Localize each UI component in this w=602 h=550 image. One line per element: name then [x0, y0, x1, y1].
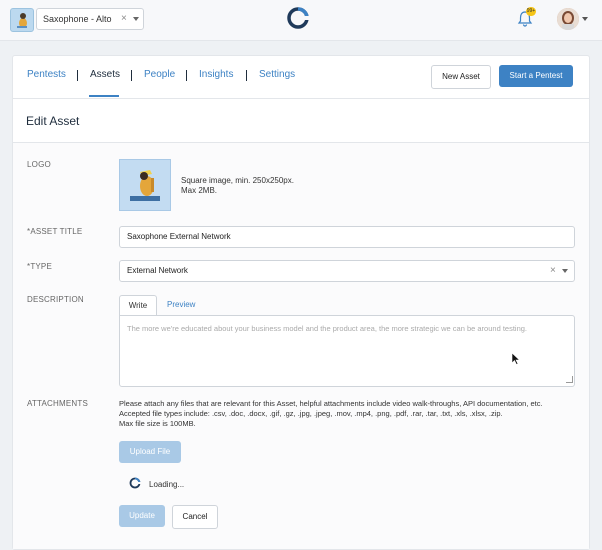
mouse-cursor-icon: [512, 353, 520, 365]
tab-separator: [77, 70, 78, 81]
resize-handle[interactable]: [566, 376, 573, 383]
active-tab-indicator: [89, 95, 119, 97]
saxophone-logo-image: [130, 170, 160, 201]
org-select-value: Saxophone - Alto: [43, 14, 112, 24]
cobalt-logo-icon[interactable]: [287, 7, 309, 29]
nav-tabs: Pentests Assets People Insights Settings…: [13, 56, 589, 99]
description-textarea[interactable]: The more we're educated about your busin…: [119, 315, 575, 387]
page-title: Edit Asset: [26, 114, 80, 128]
org-logo[interactable]: [10, 8, 34, 32]
attachments-label: ATTACHMENTS: [27, 399, 89, 408]
tab-write[interactable]: Write: [119, 295, 157, 316]
logo-help-text: Square image, min. 250x250px. Max 2MB.: [181, 176, 294, 196]
tab-people[interactable]: People: [144, 69, 175, 80]
clear-icon[interactable]: ×: [121, 9, 127, 29]
upload-file-button[interactable]: Upload File: [119, 441, 181, 463]
tab-pentests[interactable]: Pentests: [27, 69, 66, 80]
description-label: DESCRIPTION: [27, 295, 84, 304]
new-asset-button[interactable]: New Asset: [431, 65, 491, 89]
chevron-down-icon[interactable]: [133, 17, 139, 21]
top-bar: Saxophone - Alto × 99+: [0, 0, 602, 41]
tab-separator: [186, 70, 187, 81]
logo-help-line: Max 2MB.: [181, 186, 218, 195]
clear-icon[interactable]: ×: [550, 261, 556, 281]
asset-title-label: *ASSET TITLE: [27, 227, 83, 236]
type-select[interactable]: External Network ×: [119, 260, 575, 282]
cancel-button[interactable]: Cancel: [172, 505, 218, 529]
update-button[interactable]: Update: [119, 505, 165, 527]
type-value: External Network: [127, 266, 188, 275]
tab-settings[interactable]: Settings: [259, 69, 295, 80]
attachments-help-text: Please attach any files that are relevan…: [119, 399, 543, 429]
loading-text: Loading...: [149, 480, 185, 489]
asset-title-input[interactable]: Saxophone External Network: [119, 226, 575, 248]
avatar-chevron-down-icon[interactable]: [582, 17, 588, 21]
tab-separator: [246, 70, 247, 81]
logo-label: LOGO: [27, 160, 51, 169]
main-card: Pentests Assets People Insights Settings…: [12, 55, 590, 550]
notification-badge: 99+: [526, 7, 536, 16]
attachments-help-line: Max file size is 100MB.: [119, 419, 196, 428]
avatar[interactable]: [557, 8, 579, 30]
attachments-help-line: Please attach any files that are relevan…: [119, 399, 543, 408]
logo-help-line: Square image, min. 250x250px.: [181, 176, 294, 185]
section-header: Edit Asset: [13, 98, 589, 143]
chevron-down-icon[interactable]: [562, 269, 568, 273]
user-photo: [557, 8, 579, 30]
type-label: *TYPE: [27, 262, 53, 271]
asset-title-value: Saxophone External Network: [127, 232, 231, 241]
org-select[interactable]: Saxophone - Alto ×: [36, 8, 144, 30]
tab-insights[interactable]: Insights: [199, 69, 233, 80]
description-placeholder: The more we're educated about your busin…: [127, 324, 528, 333]
tab-assets[interactable]: Assets: [90, 69, 120, 80]
start-pentest-button[interactable]: Start a Pentest: [499, 65, 573, 87]
attachments-help-line: Accepted file types include: .csv, .doc,…: [119, 409, 503, 418]
saxophone-figure-icon: [17, 13, 27, 28]
cobalt-spinner-icon: [129, 477, 141, 489]
tab-preview[interactable]: Preview: [167, 295, 195, 315]
logo-upload[interactable]: [119, 159, 171, 211]
tab-separator: [131, 70, 132, 81]
